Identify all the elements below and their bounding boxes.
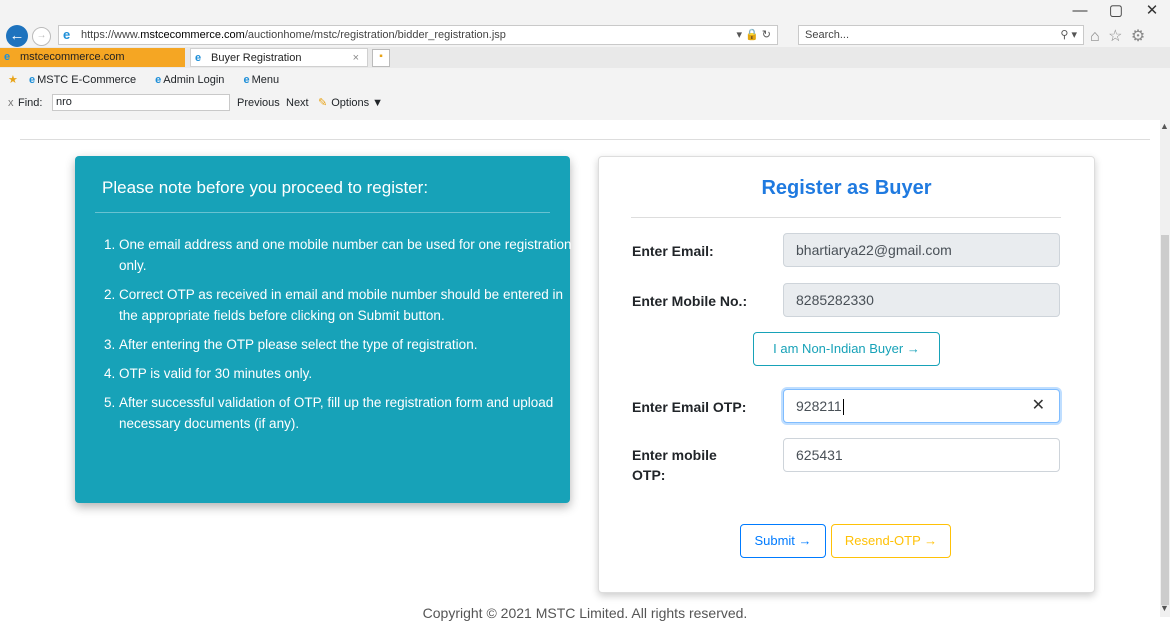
back-button[interactable]: ← bbox=[6, 25, 28, 47]
mobile-label: Enter Mobile No.: bbox=[632, 293, 748, 309]
search-icon[interactable]: ⚲ ▾ bbox=[1060, 26, 1077, 44]
mobile-otp-label: Enter mobile OTP: bbox=[632, 447, 717, 483]
note-item: OTP is valid for 30 minutes only. bbox=[119, 363, 574, 384]
registration-title: Register as Buyer bbox=[761, 177, 932, 199]
notes-divider bbox=[95, 212, 550, 213]
header-divider bbox=[20, 139, 1150, 140]
resend-otp-button[interactable]: Resend-OTP → bbox=[831, 524, 951, 558]
tab-label: mstcecommerce.com bbox=[20, 51, 125, 63]
ie-page-icon: e bbox=[63, 27, 71, 42]
note-item: After entering the OTP please select the… bbox=[119, 334, 574, 355]
scroll-up-icon[interactable]: ▲ bbox=[1160, 121, 1169, 131]
notes-list: One email address and one mobile number … bbox=[99, 234, 574, 442]
email-label: Enter Email: bbox=[632, 243, 714, 259]
email-otp-label: Enter Email OTP: bbox=[632, 399, 747, 415]
registration-card: Register as Buyer Enter Email: bhartiary… bbox=[598, 156, 1095, 593]
forward-button[interactable]: → bbox=[32, 27, 51, 46]
clear-icon[interactable]: ✕ bbox=[1032, 390, 1045, 422]
note-item: After successful validation of OTP, fill… bbox=[119, 392, 574, 434]
tab-label: Buyer Registration bbox=[211, 52, 302, 64]
non-indian-buyer-button[interactable]: I am Non-Indian Buyer → bbox=[753, 332, 940, 366]
url-domain: mstcecommerce.com bbox=[140, 29, 245, 41]
email-field[interactable]: bhartiarya22@gmail.com bbox=[783, 233, 1060, 267]
text-caret bbox=[842, 399, 844, 416]
favorite-admin-login[interactable]: e Admin Login bbox=[155, 74, 232, 86]
window-controls: — ▢ ✕ bbox=[1062, 0, 1170, 22]
new-tab-button[interactable]: ▪ bbox=[372, 49, 390, 67]
find-options-button[interactable]: ✎ Options ▼ bbox=[318, 92, 383, 114]
ie-tab-icon: e bbox=[4, 51, 11, 63]
address-row: ← → e https://www.mstcecommerce.com/auct… bbox=[0, 24, 1170, 63]
notes-panel: Please note before you proceed to regist… bbox=[75, 156, 572, 503]
search-placeholder: Search... bbox=[805, 29, 850, 41]
ie-fav-icon: e bbox=[155, 74, 162, 86]
find-label: Find: bbox=[18, 97, 43, 109]
url-path: /auctionhome/mstc/registration/bidder_re… bbox=[244, 29, 506, 41]
submit-button[interactable]: Submit → bbox=[740, 524, 826, 558]
email-otp-value: 928211 bbox=[796, 398, 842, 414]
copyright-footer: Copyright © 2021 MSTC Limited. All right… bbox=[422, 605, 748, 621]
tab-close-icon[interactable]: × bbox=[353, 49, 359, 68]
find-close-icon[interactable]: x bbox=[8, 92, 14, 114]
tab-mstcecommerce[interactable]: e mstcecommerce.com bbox=[0, 48, 185, 67]
find-input[interactable]: nro bbox=[52, 94, 230, 111]
close-window-button[interactable]: ✕ bbox=[1134, 0, 1170, 22]
favorite-mstc-ecommerce[interactable]: e MSTC E-Commerce bbox=[29, 74, 144, 86]
favorites-star-icon[interactable]: ★ bbox=[8, 74, 18, 86]
restore-button[interactable]: ▢ bbox=[1098, 0, 1134, 22]
note-item: Correct OTP as received in email and mob… bbox=[119, 284, 574, 326]
find-previous-button[interactable]: Previous bbox=[237, 92, 280, 114]
ie-fav-icon: e bbox=[243, 74, 250, 86]
highlight-pen-icon: ✎ bbox=[318, 97, 328, 109]
registration-divider bbox=[631, 217, 1061, 218]
ie-tab-icon: e bbox=[195, 52, 202, 64]
search-input[interactable]: Search... ⚲ ▾ bbox=[798, 25, 1084, 45]
url-prefix: https://www. bbox=[81, 29, 141, 41]
refresh-lock-icons[interactable]: ▾ 🔒 ↻ bbox=[736, 26, 771, 44]
favorite-menu[interactable]: e Menu bbox=[243, 74, 287, 86]
favorites-bar: ★ e MSTC E-Commerce e Admin Login e Menu bbox=[0, 70, 1170, 90]
browser-chrome: — ▢ ✕ ← → e https://www.mstcecommerce.co… bbox=[0, 0, 1170, 120]
scrollbar-thumb[interactable] bbox=[1161, 235, 1169, 605]
note-item: One email address and one mobile number … bbox=[119, 234, 574, 276]
minimize-button[interactable]: — bbox=[1062, 0, 1098, 22]
tab-buyer-registration[interactable]: e Buyer Registration × bbox=[190, 48, 368, 67]
mobile-otp-input[interactable]: 625431 bbox=[783, 438, 1060, 472]
address-bar[interactable]: e https://www.mstcecommerce.com/auctionh… bbox=[58, 25, 778, 45]
email-otp-input[interactable]: 928211 ✕ bbox=[783, 389, 1060, 423]
find-next-button[interactable]: Next bbox=[286, 92, 309, 114]
notes-title: Please note before you proceed to regist… bbox=[102, 178, 429, 197]
tab-bar: e mstcecommerce.com e Buyer Registration… bbox=[0, 47, 1170, 68]
find-bar: x Find: nro Previous Next ✎ Options ▼ bbox=[0, 92, 1170, 114]
ie-fav-icon: e bbox=[28, 74, 36, 86]
mobile-field[interactable]: 8285282330 bbox=[783, 283, 1060, 317]
